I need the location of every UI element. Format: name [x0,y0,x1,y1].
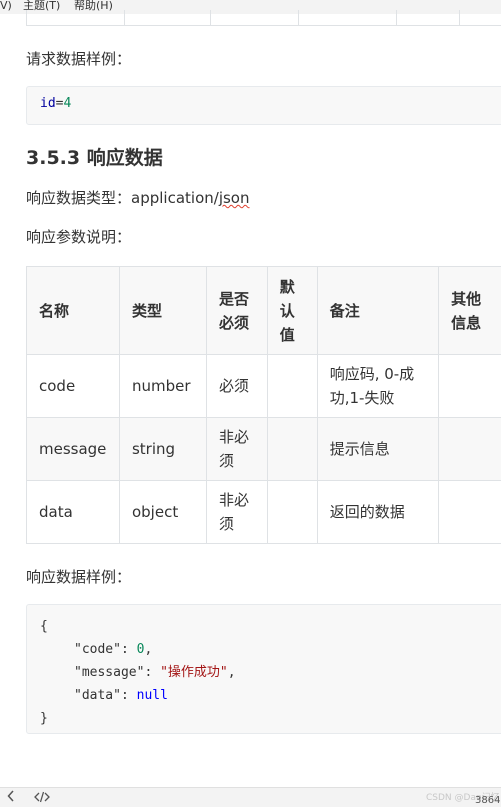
code-trail: , [227,665,236,680]
code-brace-close: } [40,711,48,726]
header-required: 是否必须 [205,266,268,355]
code-key: "data" [74,688,121,703]
previous-table-edge [26,10,501,26]
code-key: "code" [74,642,121,657]
code-line: "data": null [40,684,501,707]
cell-other[interactable] [438,480,501,544]
response-type-line: 响应数据类型：application/json [26,187,249,208]
response-type-value: application/ [131,189,219,207]
code-brace-open: { [40,619,48,634]
code-separator: : [144,665,161,680]
cell-required[interactable]: 必须 [205,354,268,418]
cell-name[interactable]: code [26,354,120,418]
cell-other[interactable] [438,354,501,418]
cell-default[interactable] [266,417,318,481]
section-heading: 3.5.3 响应数据 [26,147,163,169]
cell-remark[interactable]: 响应码, 0-成功,1-失败 [316,354,440,418]
response-type-value-spellcheck: json [218,189,250,207]
response-sample-code[interactable]: { "code": 0, "message": "操作成功", "data": … [26,604,501,734]
code-line: "message": "操作成功", [40,661,501,684]
word-count[interactable]: 3864 [475,795,500,806]
code-value: "操作成功" [160,665,228,680]
header-name: 名称 [26,266,120,355]
cell-name[interactable]: data [26,480,120,544]
response-params-table: 名称 类型 是否必须 默认值 备注 其他信息 code number 必须 响应… [26,266,501,544]
cell-other[interactable] [438,417,501,481]
response-type-label: 响应数据类型： [26,189,132,207]
menu-view[interactable]: V) [0,0,12,12]
cell-type[interactable]: number [118,354,207,418]
header-remark: 备注 [316,266,440,355]
status-bar: CSDN @Dan记忆 3864 [0,787,501,807]
code-trail: , [144,642,153,657]
code-line: "code": 0, [40,638,501,661]
cell-remark[interactable]: 返回的数据 [316,480,440,544]
chevron-left-icon[interactable] [7,790,15,805]
header-other: 其他信息 [438,266,501,355]
cell-default[interactable] [266,480,318,544]
response-sample-label: 响应数据样例： [26,568,132,586]
code-icon[interactable] [34,791,50,806]
code-value: 4 [63,96,72,111]
request-sample-code[interactable]: id=4 [26,86,501,125]
cell-type[interactable]: string [118,417,207,481]
cell-required[interactable]: 非必须 [205,480,268,544]
code-separator: : [120,688,137,703]
cell-name[interactable]: message [26,417,120,481]
cell-remark[interactable]: 提示信息 [316,417,440,481]
code-key: "message" [74,665,145,680]
header-type: 类型 [118,266,207,355]
code-separator: : [120,642,137,657]
cell-type[interactable]: object [118,480,207,544]
table-row: message string 非必须 提示信息 [26,417,501,481]
code-value: null [136,688,168,703]
cell-required[interactable]: 非必须 [205,417,268,481]
header-default: 默认值 [266,266,318,355]
table-header-row: 名称 类型 是否必须 默认值 备注 其他信息 [26,266,501,355]
table-row: data object 非必须 返回的数据 [26,480,501,544]
code-key: id [40,96,56,111]
table-row: code number 必须 响应码, 0-成功,1-失败 [26,354,501,418]
cell-default[interactable] [266,354,318,418]
response-params-label: 响应参数说明： [26,228,132,246]
request-sample-label: 请求数据样例： [26,50,132,68]
